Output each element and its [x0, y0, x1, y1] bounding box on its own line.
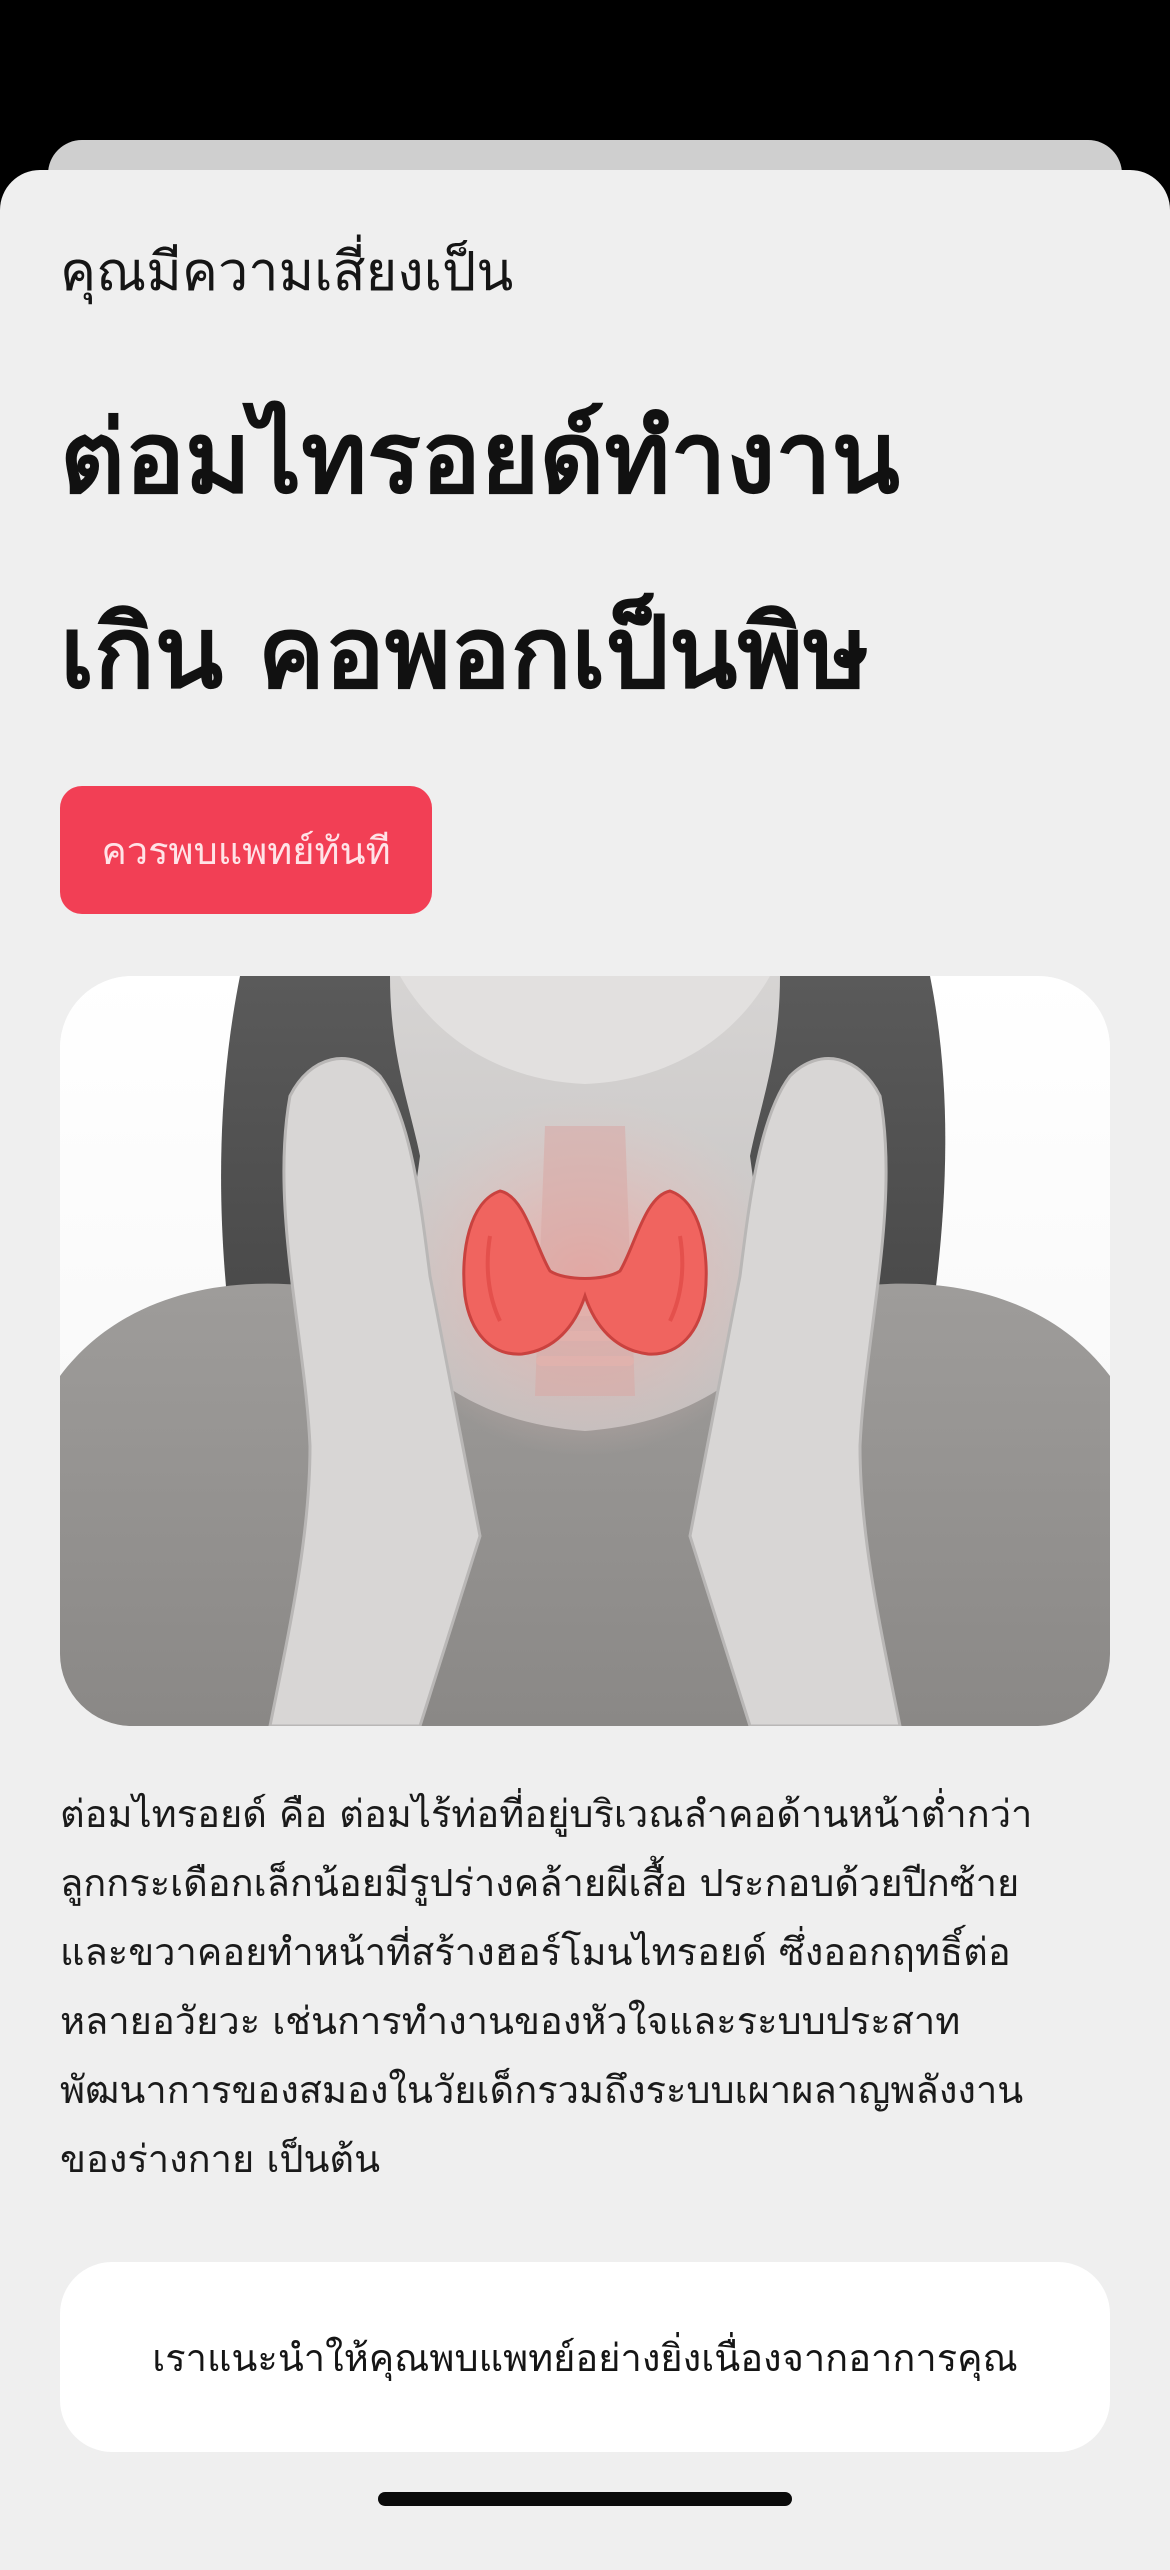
condition-title-line: เกิน คอพอกเป็นพิษ — [60, 594, 870, 711]
thyroid-illustration-image — [60, 976, 1110, 1726]
clipped-next-text — [60, 2488, 120, 2508]
description-line: หลายอวัยวะ เช่นการทำงานของหัวใจและระบบปร… — [60, 1999, 961, 2043]
result-sheet[interactable]: คุณมีความเสี่ยงเป็น ต่อมไทรอยด์ทำงาน เกิ… — [0, 170, 1170, 2570]
see-doctor-button[interactable]: ควรพบแพทย์ทันที — [60, 786, 432, 914]
risk-subtitle: คุณมีความเสี่ยงเป็น — [60, 240, 514, 303]
home-indicator[interactable] — [378, 2492, 792, 2506]
doctor-recommendation-card: เราแนะนำให้คุณพบแพทย์อย่างยิ่งเนื่องจากอ… — [60, 2262, 1110, 2452]
description-line: พัฒนาการของสมองในวัยเด็กรวมถึงระบบเผาผลา… — [60, 2068, 1024, 2112]
description-line: ของร่างกาย เป็นต้น — [60, 2137, 381, 2181]
recommendation-text: เราแนะนำให้คุณพบแพทย์อย่างยิ่งเนื่องจากอ… — [152, 2335, 1018, 2380]
condition-title: ต่อมไทรอยด์ทำงาน เกิน คอพอกเป็นพิษ — [60, 360, 1120, 750]
description-line: ต่อมไทรอยด์ คือ ต่อมไร้ท่อที่อยู่บริเวณล… — [60, 1792, 1033, 1836]
description-line: และขวาคอยทำหน้าที่สร้างฮอร์โมนไทรอยด์ ซึ… — [60, 1930, 1011, 1974]
description-line: ลูกกระเดือกเล็กน้อยมีรูปร่างคล้ายผีเสื้อ… — [60, 1861, 1020, 1905]
thyroid-description: ต่อมไทรอยด์ คือ ต่อมไร้ท่อที่อยู่บริเวณล… — [60, 1780, 1120, 2194]
condition-title-line: ต่อมไทรอยด์ทำงาน — [60, 399, 900, 516]
